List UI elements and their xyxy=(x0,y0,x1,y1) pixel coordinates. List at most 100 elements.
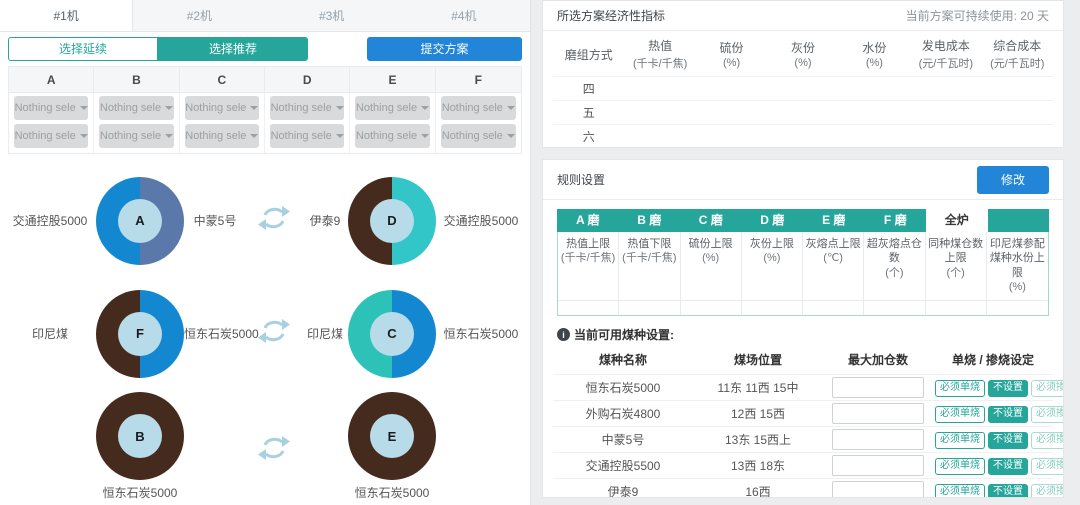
badge-must-blend-burn[interactable]: 必须掺烧 xyxy=(1031,432,1064,449)
coal-select-dropdown[interactable]: Nothing sele xyxy=(441,124,516,148)
coal-select-dropdown[interactable]: Nothing sele xyxy=(185,124,259,148)
caret-down-icon xyxy=(250,106,258,110)
coal-select-dropdown[interactable]: Nothing sele xyxy=(355,124,429,148)
limit-column-header: 热值下限(千卡/千焦) xyxy=(619,232,680,300)
coal-select-dropdown[interactable]: Nothing sele xyxy=(14,96,88,120)
limit-column-name: 硫份上限 xyxy=(689,238,733,250)
economics-column-name: 硫份 xyxy=(720,41,744,55)
badge-must-blend-burn[interactable]: 必须掺烧 xyxy=(1031,458,1064,475)
coal-row: 交通控股550013西 18东必须单烧不设置必须掺烧 xyxy=(553,453,1053,479)
mill-column-header-c: C xyxy=(180,67,265,93)
coal-select-dropdown[interactable]: Nothing sele xyxy=(185,96,259,120)
badge-not-set[interactable]: 不设置 xyxy=(988,484,1028,498)
economics-empty-cell xyxy=(696,101,767,125)
badge-must-blend-burn[interactable]: 必须掺烧 xyxy=(1031,484,1064,498)
coal-label: 恒东石炭5000 xyxy=(436,325,526,342)
max-bins-input[interactable] xyxy=(832,403,924,424)
tab-machine-1[interactable]: #1机 xyxy=(0,0,133,31)
right-column: 所选方案经济性指标 当前方案可持续使用: 20 天 磨组方式热值(千卡/千焦)硫… xyxy=(542,0,1064,505)
tab-machine-4[interactable]: #4机 xyxy=(398,0,530,31)
select-continue-button[interactable]: 选择延续 xyxy=(8,37,158,61)
limit-column-header: 印尼煤参配煤种水份上限(%) xyxy=(987,232,1048,300)
badge-not-set[interactable]: 不设置 xyxy=(988,458,1028,475)
coal-select-dropdown[interactable]: Nothing sele xyxy=(99,96,173,120)
coal-select-dropdown[interactable]: Nothing sele xyxy=(441,96,516,120)
caret-down-icon xyxy=(80,134,88,138)
mill-group-label: 四 xyxy=(553,77,624,101)
mill-group-label: 五 xyxy=(553,101,624,125)
coal-settings-heading: i 当前可用煤种设置: xyxy=(557,326,1049,343)
coal-select-dropdown[interactable]: Nothing sele xyxy=(270,124,344,148)
swap-refresh-icon[interactable] xyxy=(246,433,302,468)
mill-rules-tab-bar: A 磨B 磨C 磨D 磨E 磨F 磨全炉 xyxy=(557,209,1049,232)
select-recommend-button[interactable]: 选择推荐 xyxy=(158,37,308,61)
badge-not-set[interactable]: 不设置 xyxy=(988,406,1028,423)
coal-select-dropdown-label: Nothing sele xyxy=(271,102,332,114)
badge-must-single-burn[interactable]: 必须单烧 xyxy=(935,432,985,449)
economics-column-header: 发电成本(元/千瓦时) xyxy=(910,33,981,77)
economics-column-unit: (元/千瓦时) xyxy=(984,55,1051,71)
mill-column-b: Nothing sele Nothing sele xyxy=(94,93,179,153)
limit-column-unit: (千卡/千焦) xyxy=(560,251,616,265)
tab-machine-2[interactable]: #2机 xyxy=(133,0,265,31)
coal-location: 16西 xyxy=(693,479,823,498)
rules-tab-5[interactable]: E 磨 xyxy=(803,209,865,232)
badge-not-set[interactable]: 不设置 xyxy=(988,432,1028,449)
rules-tab-4[interactable]: D 磨 xyxy=(742,209,804,232)
mill-column-a: Nothing sele Nothing sele xyxy=(9,93,94,153)
limit-column-name: 同种煤仓数上限 xyxy=(928,238,983,264)
economics-column-name: 水份 xyxy=(862,41,886,55)
limit-column-name: 印尼煤参配煤种水份上限 xyxy=(990,238,1045,279)
badge-must-single-burn[interactable]: 必须单烧 xyxy=(935,484,985,498)
coal-select-dropdown[interactable]: Nothing sele xyxy=(270,96,344,120)
badge-must-blend-burn[interactable]: 必须掺烧 xyxy=(1031,380,1064,397)
coal-select-dropdown-label: Nothing sele xyxy=(185,130,246,142)
limit-column-header: 硫份上限(%) xyxy=(681,232,742,300)
modify-button[interactable]: 修改 xyxy=(977,166,1049,194)
economics-empty-cell xyxy=(910,125,981,149)
coal-settings-table: 煤种名称煤场位置最大加仓数单烧 / 掺烧设定 恒东石炭500011东 11西 1… xyxy=(553,346,1053,498)
max-bins-input[interactable] xyxy=(832,377,924,398)
badge-not-set[interactable]: 不设置 xyxy=(988,380,1028,397)
tab-machine-3[interactable]: #3机 xyxy=(266,0,398,31)
coal-max-bins-cell xyxy=(823,453,933,479)
coal-column-header: 煤种名称 xyxy=(553,346,693,375)
submit-plan-button[interactable]: 提交方案 xyxy=(367,37,522,61)
limit-column-header: 超灰熔点仓数(个) xyxy=(864,232,925,300)
rules-tab-6[interactable]: F 磨 xyxy=(865,209,927,232)
rules-tab-1[interactable]: A 磨 xyxy=(557,209,619,232)
badge-must-single-burn[interactable]: 必须单烧 xyxy=(935,458,985,475)
coal-label: 印尼煤 xyxy=(302,325,348,342)
rules-tab-2[interactable]: B 磨 xyxy=(619,209,681,232)
max-bins-input[interactable] xyxy=(832,481,924,498)
swap-refresh-icon[interactable] xyxy=(246,316,302,351)
rules-tab-7[interactable]: 全炉 xyxy=(926,209,988,232)
badge-must-blend-burn[interactable]: 必须掺烧 xyxy=(1031,406,1064,423)
economics-column-name: 磨组方式 xyxy=(565,48,613,62)
limit-empty-cell xyxy=(558,301,619,315)
coal-row: 中蒙5号13东 15西上必须单烧不设置必须掺烧 xyxy=(553,427,1053,453)
coal-select-dropdown[interactable]: Nothing sele xyxy=(355,96,429,120)
coal-select-dropdown[interactable]: Nothing sele xyxy=(14,124,88,148)
coal-label: 恒东石炭5000 xyxy=(184,325,246,342)
economics-column-unit: (元/千瓦时) xyxy=(912,55,979,71)
max-bins-input[interactable] xyxy=(832,455,924,476)
coal-name: 伊泰9 xyxy=(553,479,693,498)
economics-empty-cell xyxy=(982,77,1053,101)
limit-column-header: 灰熔点上限(℃) xyxy=(803,232,864,300)
limit-empty-cell xyxy=(987,301,1048,315)
economics-empty-cell xyxy=(767,125,838,149)
caret-down-icon xyxy=(507,134,515,138)
coal-select-dropdown[interactable]: Nothing sele xyxy=(99,124,173,148)
swap-refresh-icon[interactable] xyxy=(246,203,302,238)
badge-must-single-burn[interactable]: 必须单烧 xyxy=(935,406,985,423)
rules-tab-3[interactable]: C 磨 xyxy=(680,209,742,232)
badge-must-single-burn[interactable]: 必须单烧 xyxy=(935,380,985,397)
coal-select-dropdown-label: Nothing sele xyxy=(271,130,332,142)
max-bins-input[interactable] xyxy=(832,429,924,450)
limit-column-name: 灰份上限 xyxy=(750,238,794,250)
economics-panel-header: 所选方案经济性指标 当前方案可持续使用: 20 天 xyxy=(543,1,1063,31)
limit-column-unit: (个) xyxy=(928,266,984,280)
donut-row: 交通控股5000 A 中蒙5号 伊泰9 D 交通控股50 xyxy=(4,164,526,277)
coal-burn-setting-cell: 必须单烧不设置必须掺烧 xyxy=(933,453,1053,479)
